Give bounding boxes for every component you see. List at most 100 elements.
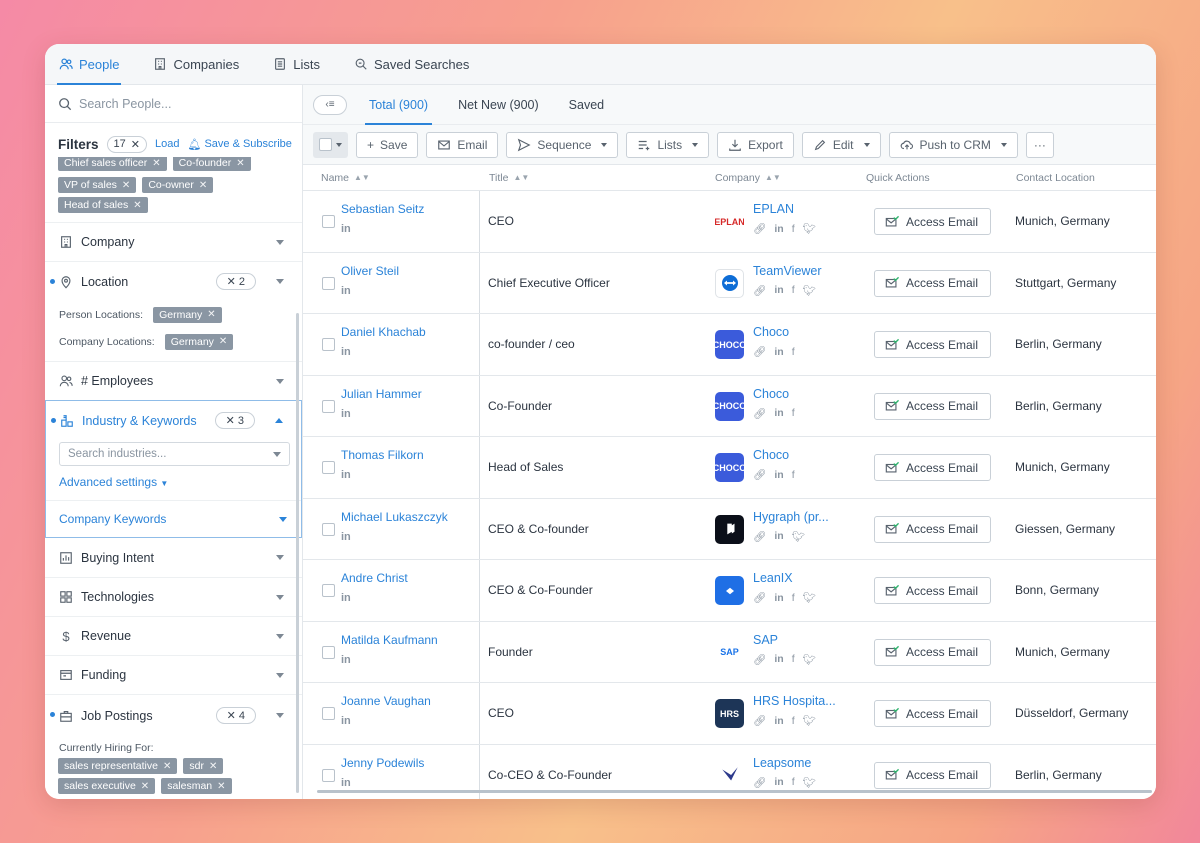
linkedin-icon[interactable]: in [774, 530, 783, 542]
linkedin-icon[interactable]: in [774, 407, 783, 419]
linkedin-icon[interactable]: in [774, 653, 783, 665]
chip-remove-icon[interactable]: ✕ [209, 761, 217, 772]
company-keywords-toggle[interactable]: Company Keywords [46, 500, 301, 537]
table-row[interactable]: Matilda Kaufmann in Founder SAP SAP 🔗︎ in… [303, 621, 1156, 683]
chip-remove-icon[interactable]: ✕ [141, 781, 149, 792]
clear-filters-icon[interactable]: ✕ [131, 138, 140, 151]
chip-title[interactable]: Chief sales officer ✕ [58, 157, 167, 171]
twitter-icon[interactable]: 🐦︎ [803, 776, 816, 789]
chip-remove-icon[interactable]: ✕ [152, 158, 160, 169]
select-all-checkbox[interactable] [319, 138, 332, 151]
row-checkbox[interactable] [322, 768, 335, 782]
email-button[interactable]: Email [426, 131, 499, 158]
chip-title[interactable]: Head of sales ✕ [58, 197, 148, 213]
filter-technologies[interactable]: Technologies [45, 577, 302, 616]
table-row[interactable]: Julian Hammer in Co-Founder CHOCO Choco … [303, 375, 1156, 437]
lists-button[interactable]: Lists [626, 131, 710, 158]
company-name-link[interactable]: Choco [753, 387, 795, 401]
linkedin-icon[interactable]: in [341, 777, 424, 789]
contact-name-link[interactable]: Sebastian Seitz [341, 202, 424, 216]
linkedin-icon[interactable]: in [341, 654, 438, 666]
linkedin-icon[interactable]: in [774, 284, 783, 296]
contact-name-link[interactable]: Oliver Steil [341, 264, 399, 278]
linkedin-icon[interactable]: in [774, 469, 783, 481]
sidebar-scrollbar[interactable] [296, 313, 299, 793]
chip-remove-icon[interactable]: ✕ [122, 180, 130, 191]
export-button[interactable]: Export [717, 131, 794, 158]
twitter-icon[interactable]: 🐦︎ [792, 530, 805, 543]
row-checkbox[interactable] [322, 584, 335, 597]
search-people-field[interactable]: Search People... [45, 85, 302, 123]
twitter-icon[interactable]: 🐦︎ [803, 714, 816, 727]
facebook-icon[interactable]: f [792, 592, 795, 604]
company-name-link[interactable]: Choco [753, 325, 795, 339]
load-link[interactable]: Load [155, 138, 179, 150]
link-icon[interactable]: 🔗︎ [753, 653, 766, 666]
filter-company[interactable]: Company [45, 222, 302, 261]
chip-job[interactable]: sales representative ✕ [58, 758, 178, 774]
column-contact-location[interactable]: Contact Location [1016, 172, 1095, 184]
link-icon[interactable]: 🔗︎ [753, 284, 766, 297]
chip-location[interactable]: Germany ✕ [153, 306, 222, 323]
row-checkbox[interactable] [322, 215, 335, 228]
company-name-link[interactable]: EPLAN [753, 202, 816, 216]
company-name-link[interactable]: LeanIX [753, 571, 816, 585]
facebook-icon[interactable]: f [792, 223, 795, 235]
filter-buying-intent[interactable]: Buying Intent [45, 538, 302, 577]
link-icon[interactable]: 🔗︎ [753, 345, 766, 358]
filters-count-pill[interactable]: 17 ✕ [106, 135, 147, 153]
tab-total[interactable]: Total (900) [364, 85, 433, 125]
company-name-link[interactable]: HRS Hospita... [753, 694, 836, 708]
column-title[interactable]: Title ▲▼ [489, 172, 529, 184]
access-email-button[interactable]: Access Email [874, 269, 991, 297]
tab-lists[interactable]: Lists [271, 44, 322, 85]
contact-name-link[interactable]: Thomas Filkorn [341, 448, 424, 462]
row-checkbox[interactable] [322, 522, 335, 536]
link-icon[interactable]: 🔗︎ [753, 714, 766, 727]
edit-button[interactable]: Edit [801, 131, 881, 158]
facebook-icon[interactable]: f [792, 284, 795, 296]
save-subscribe-link[interactable]: 🔔︎ Save & Subscribe [187, 138, 291, 151]
filter-location[interactable]: Location ✕ 2 [45, 261, 302, 301]
table-row[interactable]: Michael Lukaszczyk in CEO & Co-founder H… [303, 498, 1156, 560]
contact-name-link[interactable]: Daniel Khachab [341, 325, 426, 339]
chip-remove-icon[interactable]: ✕ [219, 336, 227, 347]
contact-name-link[interactable]: Andre Christ [341, 571, 408, 585]
access-email-button[interactable]: Access Email [874, 208, 991, 235]
access-email-button[interactable]: Access Email [874, 331, 991, 358]
filter-industry[interactable]: Industry & Keywords ✕ 3 [46, 401, 301, 440]
chip-remove-icon[interactable]: ✕ [199, 180, 207, 191]
job-postings-count-pill[interactable]: ✕ 4 [215, 707, 256, 724]
chip-remove-icon[interactable]: ✕ [163, 761, 171, 772]
access-email-button[interactable]: Access Email [874, 392, 991, 420]
link-icon[interactable]: 🔗︎ [753, 407, 766, 420]
filter-revenue[interactable]: $ Revenue [45, 616, 302, 655]
linkedin-icon[interactable]: in [774, 776, 783, 788]
link-icon[interactable]: 🔗︎ [753, 530, 766, 543]
push-to-crm-button[interactable]: Push to CRM [888, 131, 1018, 158]
company-name-link[interactable]: Hygraph (pr... [753, 510, 829, 524]
contact-name-link[interactable]: Michael Lukaszczyk [341, 510, 448, 524]
contact-name-link[interactable]: Matilda Kaufmann [341, 633, 438, 647]
tab-net-new[interactable]: Net New (900) [458, 85, 539, 125]
linkedin-icon[interactable]: in [341, 346, 426, 358]
chip-job[interactable]: salesman ✕ [161, 778, 232, 794]
table-row[interactable]: Andre Christ in CEO & Co-Founder LeanIX … [303, 560, 1156, 622]
column-name[interactable]: Name ▲▼ [321, 172, 370, 184]
access-email-button[interactable]: Access Email [874, 454, 991, 481]
twitter-icon[interactable]: 🐦︎ [803, 222, 816, 235]
link-icon[interactable]: 🔗︎ [753, 776, 766, 789]
chip-title[interactable]: Co-owner ✕ [142, 177, 214, 193]
collapse-sidebar-button[interactable]: ‹≡ [313, 94, 347, 115]
contact-name-link[interactable]: Julian Hammer [341, 387, 422, 401]
facebook-icon[interactable]: f [792, 715, 795, 727]
chip-location[interactable]: Germany ✕ [164, 333, 234, 350]
linkedin-icon[interactable]: in [341, 592, 408, 604]
filter-job-postings[interactable]: Job Postings ✕ 4 [45, 694, 302, 736]
link-icon[interactable]: 🔗︎ [753, 222, 766, 235]
linkedin-icon[interactable]: in [341, 408, 422, 420]
linkedin-icon[interactable]: in [341, 285, 399, 297]
row-checkbox[interactable] [322, 338, 335, 351]
row-checkbox[interactable] [322, 399, 335, 413]
linkedin-icon[interactable]: in [341, 715, 431, 727]
